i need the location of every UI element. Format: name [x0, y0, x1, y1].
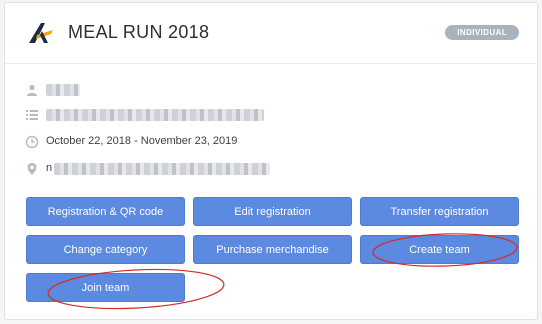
- list-icon: [26, 110, 38, 120]
- location-row: n: [25, 160, 525, 178]
- location-prefix: n: [46, 162, 53, 174]
- participant-name-row: [25, 81, 525, 99]
- join-team-button[interactable]: Join team: [26, 273, 185, 302]
- card-header: MEAL RUN 2018 INDIVIDUAL: [5, 3, 537, 64]
- event-title: MEAL RUN 2018: [68, 22, 210, 42]
- location-redacted: [54, 163, 270, 175]
- registration-qr-button[interactable]: Registration & QR code: [26, 197, 185, 226]
- date-row: October 22, 2018 - November 23, 2019: [25, 133, 525, 151]
- purchase-merchandise-button[interactable]: Purchase merchandise: [193, 235, 352, 264]
- registration-type-badge: INDIVIDUAL: [445, 25, 519, 40]
- transfer-registration-button[interactable]: Transfer registration: [360, 197, 519, 226]
- category-row: [25, 106, 525, 124]
- clock-icon: [25, 135, 39, 149]
- participant-name-redacted: [46, 84, 80, 96]
- event-date-range: October 22, 2018 - November 23, 2019: [46, 135, 238, 147]
- edit-registration-button[interactable]: Edit registration: [193, 197, 352, 226]
- event-logo-icon: [29, 23, 53, 43]
- category-redacted: [46, 109, 264, 121]
- create-team-button[interactable]: Create team: [360, 235, 519, 264]
- event-card: MEAL RUN 2018 INDIVIDUAL October 22, 201…: [4, 2, 538, 320]
- change-category-button[interactable]: Change category: [26, 235, 185, 264]
- person-icon: [27, 84, 37, 96]
- location-pin-icon: [27, 163, 37, 175]
